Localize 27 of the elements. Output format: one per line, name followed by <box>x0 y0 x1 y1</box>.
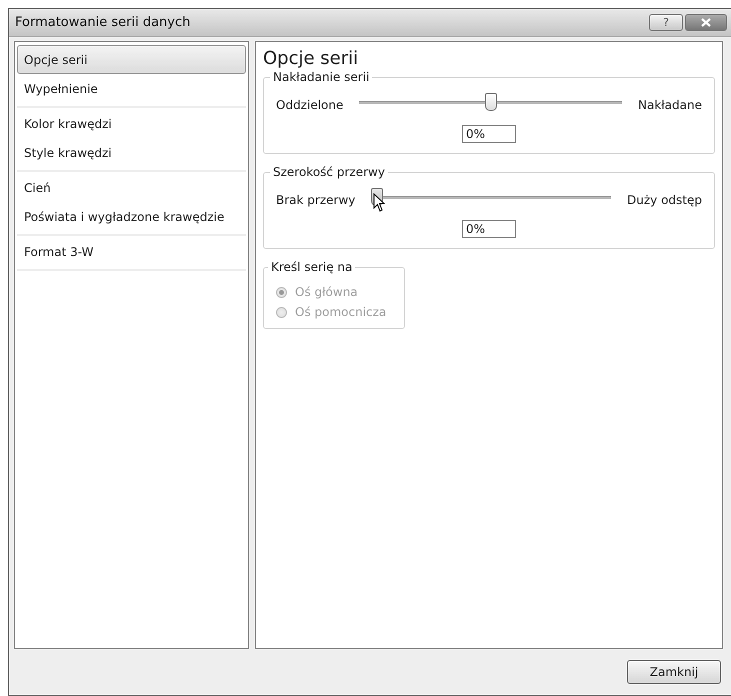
close-dialog-button[interactable]: Zamknij <box>627 660 721 684</box>
sidebar-item[interactable]: Wypełnienie <box>17 74 246 103</box>
value-field[interactable]: 0% <box>462 125 516 143</box>
window-title: Formatowanie serii danych <box>15 15 190 30</box>
sidebar-item[interactable]: Opcje serii <box>17 45 246 74</box>
sidebar-item[interactable]: Format 3-W <box>17 237 246 266</box>
slider-track[interactable] <box>371 187 612 213</box>
close-icon <box>700 18 712 27</box>
panel-title: Opcje serii <box>263 48 360 69</box>
sidebar-item[interactable]: Cień <box>17 173 246 202</box>
close-button[interactable] <box>685 14 727 31</box>
slider-min-label: Oddzielone <box>276 98 344 112</box>
group-label: Kreśl serię na <box>268 260 356 274</box>
sidebar-item[interactable]: Kolor krawędzi <box>17 109 246 138</box>
slider-max-label: Nakładane <box>638 98 702 112</box>
help-button[interactable]: ? <box>649 14 683 31</box>
cursor-icon <box>373 193 386 212</box>
slider-min-label: Brak przerwy <box>276 193 356 207</box>
slider-max-label: Duży odstęp <box>627 193 702 207</box>
group-label: Nakładanie serii <box>270 70 372 84</box>
radio-label: Oś główna <box>295 285 358 299</box>
sidebar-item[interactable]: Style krawędzi <box>17 138 246 167</box>
slider-thumb[interactable] <box>484 93 497 111</box>
group-label: Szerokość przerwy <box>270 165 388 179</box>
radio-label: Oś pomocnicza <box>295 305 386 319</box>
sidebar-item[interactable]: Poświata i wygładzone krawędzie <box>17 202 246 231</box>
value-field[interactable]: 0% <box>462 220 516 238</box>
